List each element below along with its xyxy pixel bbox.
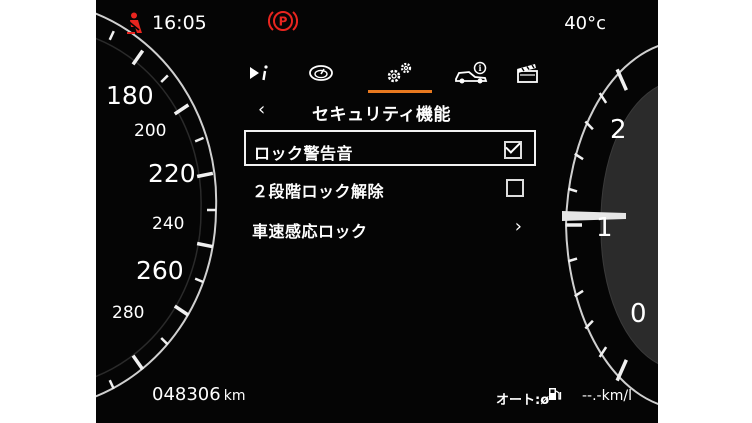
speed-label: 240 [152, 214, 184, 234]
speed-tick [173, 304, 190, 317]
lock-warning-sound-checkbox[interactable] [504, 141, 522, 159]
outside-temperature: 40°c [564, 13, 606, 34]
clock: 16:05 [152, 12, 207, 34]
page-title: セキュリティ機能 [312, 105, 451, 125]
fuel-pump-icon [549, 388, 562, 400]
menu-item-lock-warning-sound[interactable]: ロック警告音 [244, 130, 536, 166]
svg-text:P: P [279, 15, 288, 29]
fuel-economy-mode: オート:ø [496, 393, 550, 408]
tab-gauges[interactable] [296, 56, 346, 90]
menu-item-two-stage-unlock[interactable]: ２段階ロック解除 [244, 170, 536, 206]
two-stage-unlock-checkbox[interactable] [506, 179, 524, 197]
tachometer: 2 1 0 [562, 45, 658, 405]
rpm-tick [615, 68, 628, 91]
speed-tick [194, 277, 205, 284]
speed-tick [160, 74, 169, 83]
svg-text:i: i [478, 63, 481, 73]
parking-brake-warning-icon: P [268, 11, 298, 31]
gears-icon [387, 62, 412, 83]
speed-label: 220 [148, 159, 196, 188]
odometer-value: 048306 [152, 384, 221, 405]
menu-item-label: 車速感応ロック [252, 222, 368, 241]
tab-info[interactable] [236, 56, 286, 90]
speed-tick [131, 49, 145, 66]
chevron-right-icon: › [514, 216, 522, 237]
speed-tick [160, 337, 169, 346]
odometer: 048306 km [152, 384, 245, 405]
odometer-unit: km [223, 388, 246, 404]
rpm-tick [615, 359, 628, 382]
seatbelt-warning-icon [127, 12, 142, 34]
menu-header: ‹ セキュリティ機能 [238, 96, 538, 125]
rpm-label: 1 [596, 213, 613, 243]
active-tab-indicator [368, 90, 432, 93]
speed-tick [108, 379, 115, 390]
menu-tabs: i [236, 56, 538, 93]
rpm-label: 0 [630, 299, 647, 329]
back-chevron-icon[interactable]: ‹ [258, 99, 265, 120]
tab-settings[interactable] [372, 56, 428, 90]
play-info-icon [250, 65, 268, 81]
rpm-tick [567, 187, 578, 193]
gauge-icon [309, 65, 333, 81]
speed-label: 180 [106, 81, 154, 110]
menu-item-label: ２段階ロック解除 [252, 182, 385, 201]
speed-tick [196, 241, 214, 249]
status-bar: 16:05 P 40°c [96, 0, 658, 44]
instrument-cluster-screen: 180 200 220 240 260 280 2 1 0 16:05 P 40… [96, 0, 658, 423]
speed-label: 280 [112, 303, 144, 323]
car-info-icon: i [455, 61, 488, 84]
tab-vehicle-info[interactable]: i [442, 56, 502, 90]
tab-media[interactable] [508, 56, 548, 90]
rpm-tick [567, 257, 578, 263]
clapperboard-icon [517, 64, 538, 83]
speed-tick [194, 136, 205, 143]
menu-item-label: ロック警告音 [254, 144, 354, 163]
speed-tick [131, 354, 145, 371]
menu-item-speed-sensing-lock[interactable]: 車速感応ロック › [244, 210, 536, 246]
speed-label: 260 [136, 256, 184, 285]
fuel-economy-value: --.-km/l [582, 388, 632, 404]
speed-label: 200 [134, 121, 166, 141]
speedometer: 180 200 220 240 260 280 [96, 12, 218, 398]
rpm-label: 2 [610, 115, 627, 145]
